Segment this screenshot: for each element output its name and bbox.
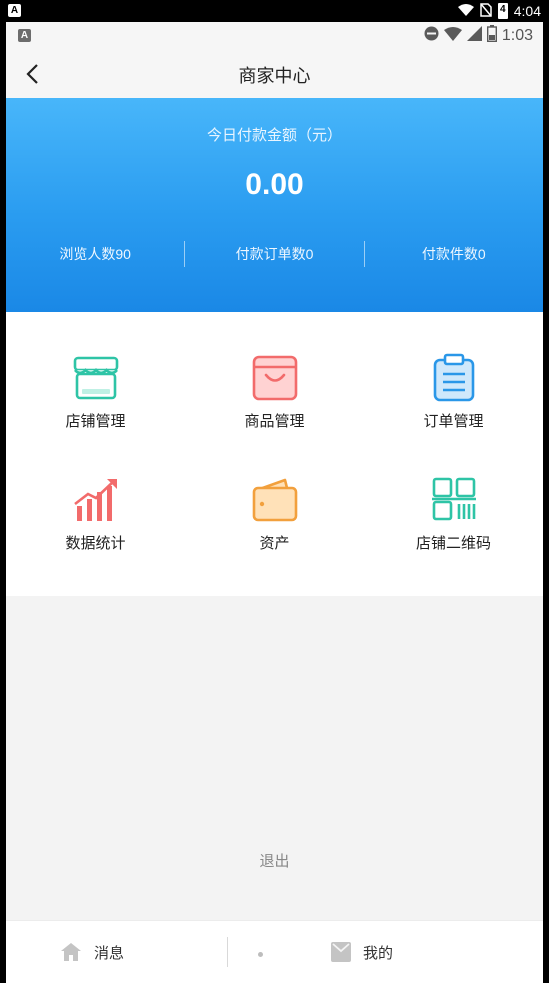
shopping-bag-icon [252, 355, 297, 401]
stats-row: 浏览人数90 付款订单数0 付款件数0 [6, 240, 543, 268]
bottom-tab-bar: 消息 我的 [6, 920, 543, 983]
battery-icon: 4 [497, 3, 508, 19]
menu-item-assets[interactable]: 资产 [185, 474, 364, 553]
stat-paid-items: 付款件数0 [421, 246, 486, 262]
menu-item-order-management[interactable]: 订单管理 [364, 352, 543, 431]
clipboard-icon [433, 353, 474, 402]
tab-label: 消息 [94, 944, 125, 962]
menu-item-label: 订单管理 [423, 413, 484, 430]
menu-item-label: 资产 [259, 535, 290, 552]
wifi-icon [443, 26, 462, 46]
today-payment-summary: 今日付款金额（元） 0.00 浏览人数90 付款订单数0 付款件数0 [6, 98, 543, 312]
menu-item-store-management[interactable]: 店铺管理 [6, 352, 185, 431]
app-screen: A 1:03 商家中心 今日付款金额（元） 0.00 浏览人数90 付款订单数0… [6, 22, 543, 983]
menu-item-store-qr-code[interactable]: 店铺二维码 [364, 474, 543, 553]
system-time: 4:04 [513, 3, 541, 19]
signal-icon [466, 26, 482, 46]
wifi-icon [457, 3, 474, 19]
menu-item-product-management[interactable]: 商品管理 [185, 352, 364, 431]
stat-paid-orders: 付款订单数0 [235, 246, 314, 262]
notification-a-icon: A [18, 29, 31, 42]
bar-chart-trend-icon [73, 479, 117, 521]
menu-item-data-statistics[interactable]: 数据统计 [6, 474, 185, 553]
profile-card-icon [331, 942, 351, 962]
status-bar: A 1:03 [6, 22, 543, 50]
today-payment-amount: 0.00 [245, 168, 304, 201]
menu-item-label: 商品管理 [244, 413, 305, 430]
logout-button[interactable]: 退出 [6, 850, 543, 871]
store-icon [73, 356, 118, 400]
feature-grid: 店铺管理 商品管理 订单管理 数据统计 资产 店铺二维码 [6, 312, 543, 596]
wallet-icon [252, 478, 297, 522]
system-status-bar: A 4 4:04 [0, 0, 549, 22]
stat-visitors: 浏览人数90 [59, 246, 131, 262]
tab-mine[interactable]: 我的 [331, 921, 393, 983]
menu-item-label: 数据统计 [65, 535, 126, 552]
navigation-bar: 商家中心 [6, 50, 543, 98]
page-title: 商家中心 [238, 66, 311, 86]
do-not-disturb-icon [424, 26, 439, 46]
menu-item-label: 店铺管理 [65, 413, 126, 430]
battery-icon [486, 25, 497, 47]
tab-dot [258, 952, 263, 957]
notification-a-icon: A [8, 4, 21, 17]
qr-code-icon [431, 477, 476, 521]
tab-messages[interactable]: 消息 [60, 921, 124, 983]
tab-label: 我的 [363, 944, 394, 962]
today-payment-label: 今日付款金额（元） [206, 127, 342, 144]
home-icon [61, 943, 81, 961]
battery-level: 4 [499, 4, 506, 15]
tab-divider [227, 937, 228, 967]
no-sim-icon [480, 2, 492, 20]
menu-item-label: 店铺二维码 [415, 535, 491, 552]
status-time: 1:03 [501, 27, 533, 44]
